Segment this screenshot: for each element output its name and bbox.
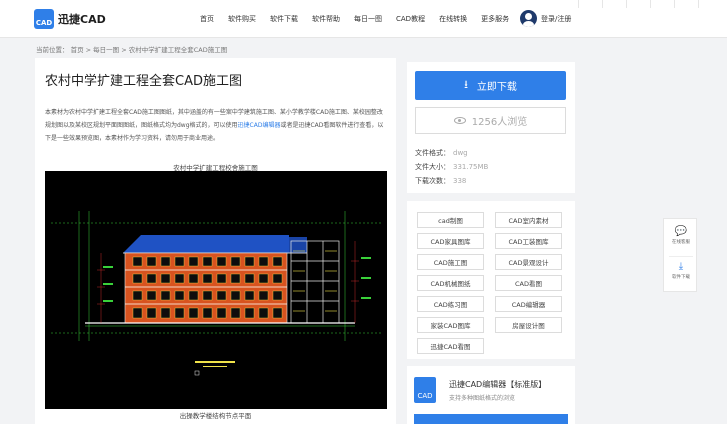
download-button-label: 立即下载 (476, 82, 517, 93)
cad-editor-logo-icon: CAD (414, 377, 436, 403)
article-description: 本素材为农村中学扩建工程全套CAD施工图图纸，其中涵盖的有一些案中学建筑施工图、… (45, 106, 385, 145)
tag-item[interactable]: cad制图 (417, 212, 484, 228)
nav-help[interactable]: 软件帮助 (312, 14, 340, 24)
chat-icon: 💬 (674, 226, 688, 237)
file-size-value: 331.75MB (453, 163, 489, 171)
nav-convert[interactable]: 在线转换 (439, 14, 467, 24)
tag-item[interactable]: CAD练习图 (417, 296, 484, 312)
download-count-value: 338 (453, 177, 467, 185)
download-button[interactable]: ⭳ 立即下载 (415, 71, 566, 100)
page-title: 农村中学扩建工程全套CAD施工图 (45, 74, 242, 89)
nav-download[interactable]: 软件下载 (270, 14, 298, 24)
nav-buy[interactable]: 软件购买 (228, 14, 256, 24)
nav-tutorial[interactable]: CAD教程 (396, 14, 425, 24)
login-link[interactable]: 登录/注册 (541, 14, 571, 24)
top-bar: CAD 迅捷CAD 首页 软件购买 软件下载 软件帮助 每日一图 CAD教程 在… (0, 0, 727, 38)
tag-item[interactable]: CAD景观设计 (495, 254, 562, 270)
logo-icon: CAD (34, 9, 54, 29)
article-panel: 农村中学扩建工程全套CAD施工图 本素材为农村中学扩建工程全套CAD施工图图纸，… (35, 58, 396, 424)
file-format-value: dwg (453, 149, 468, 157)
file-format-label: 文件格式： (415, 149, 450, 157)
nav-daily[interactable]: 每日一图 (354, 14, 382, 24)
main-nav: 首页 软件购买 软件下载 软件帮助 每日一图 CAD教程 在线转换 更多服务 (200, 14, 523, 24)
tag-item[interactable]: CAD施工图 (417, 254, 484, 270)
online-service-button[interactable]: 💬 在线客服 (664, 226, 698, 246)
file-size-label: 文件大小： (415, 163, 450, 171)
user-login[interactable]: 登录/注册 (520, 10, 571, 27)
tag-item[interactable]: CAD室内素材 (495, 212, 562, 228)
promo-title[interactable]: 迅捷CAD编辑器【标准版】 (449, 379, 546, 390)
promo-subtitle: 支持多种图纸格式的浏览 (449, 395, 516, 402)
tag-item[interactable]: CAD工装图库 (495, 233, 562, 249)
top-right-strip (578, 0, 727, 9)
editor-link[interactable]: 迅捷CAD编辑器 (238, 122, 281, 129)
tag-item[interactable]: 房屋设计图 (495, 317, 562, 333)
drawing-caption-2: 出操教学楼结构节点平面 (179, 412, 252, 420)
cad-drawing-image (45, 171, 387, 409)
building-elevation-drawing (51, 211, 381, 376)
online-service-label: 在线客服 (672, 240, 690, 245)
floating-toolbar: 💬 在线客服 ⤓ 软件下载 (663, 218, 697, 292)
tag-item[interactable]: 迅捷CAD看图 (417, 338, 484, 354)
promo-download-button[interactable] (414, 414, 568, 424)
file-size-row: 文件大小： 331.75MB (415, 162, 488, 172)
breadcrumb[interactable]: 当前位置： 首页 > 每日一图 > 农村中学扩建工程全套CAD施工图 (36, 44, 227, 54)
view-count: 1256人浏览 (471, 117, 528, 128)
editor-promo-panel[interactable]: CAD 迅捷CAD编辑器【标准版】 支持多种图纸格式的浏览 (407, 366, 575, 424)
tag-item[interactable]: CAD家具图库 (417, 233, 484, 249)
software-download-label: 软件下载 (672, 275, 690, 280)
tag-item[interactable]: 家装CAD图库 (417, 317, 484, 333)
logo-text: 迅捷CAD (58, 13, 106, 26)
download-panel: ⭳ 立即下载 1256人浏览 文件格式： dwg 文件大小： 331.75MB 下载… (407, 62, 575, 193)
eye-icon (453, 117, 466, 124)
tag-item[interactable]: CAD看图 (495, 275, 562, 291)
download-count-label: 下载次数： (415, 177, 450, 185)
file-format-row: 文件格式： dwg (415, 148, 468, 158)
tag-item[interactable]: CAD机械图纸 (417, 275, 484, 291)
nav-home[interactable]: 首页 (200, 14, 214, 24)
software-download-button[interactable]: ⤓ 软件下载 (664, 261, 698, 281)
download-count-row: 下载次数： 338 (415, 176, 466, 186)
download-arrow-icon: ⭳ (464, 78, 468, 91)
tags-panel: cad制图 CAD室内素材 CAD家具图库 CAD工装图库 CAD施工图 CAD… (407, 201, 575, 359)
site-logo[interactable]: CAD 迅捷CAD (34, 9, 106, 29)
tag-item[interactable]: CAD编辑器 (495, 296, 562, 312)
nav-more[interactable]: 更多服务 (481, 14, 509, 24)
avatar-icon (520, 10, 537, 27)
download-icon: ⤓ (678, 261, 684, 272)
view-count-button[interactable]: 1256人浏览 (415, 107, 566, 134)
